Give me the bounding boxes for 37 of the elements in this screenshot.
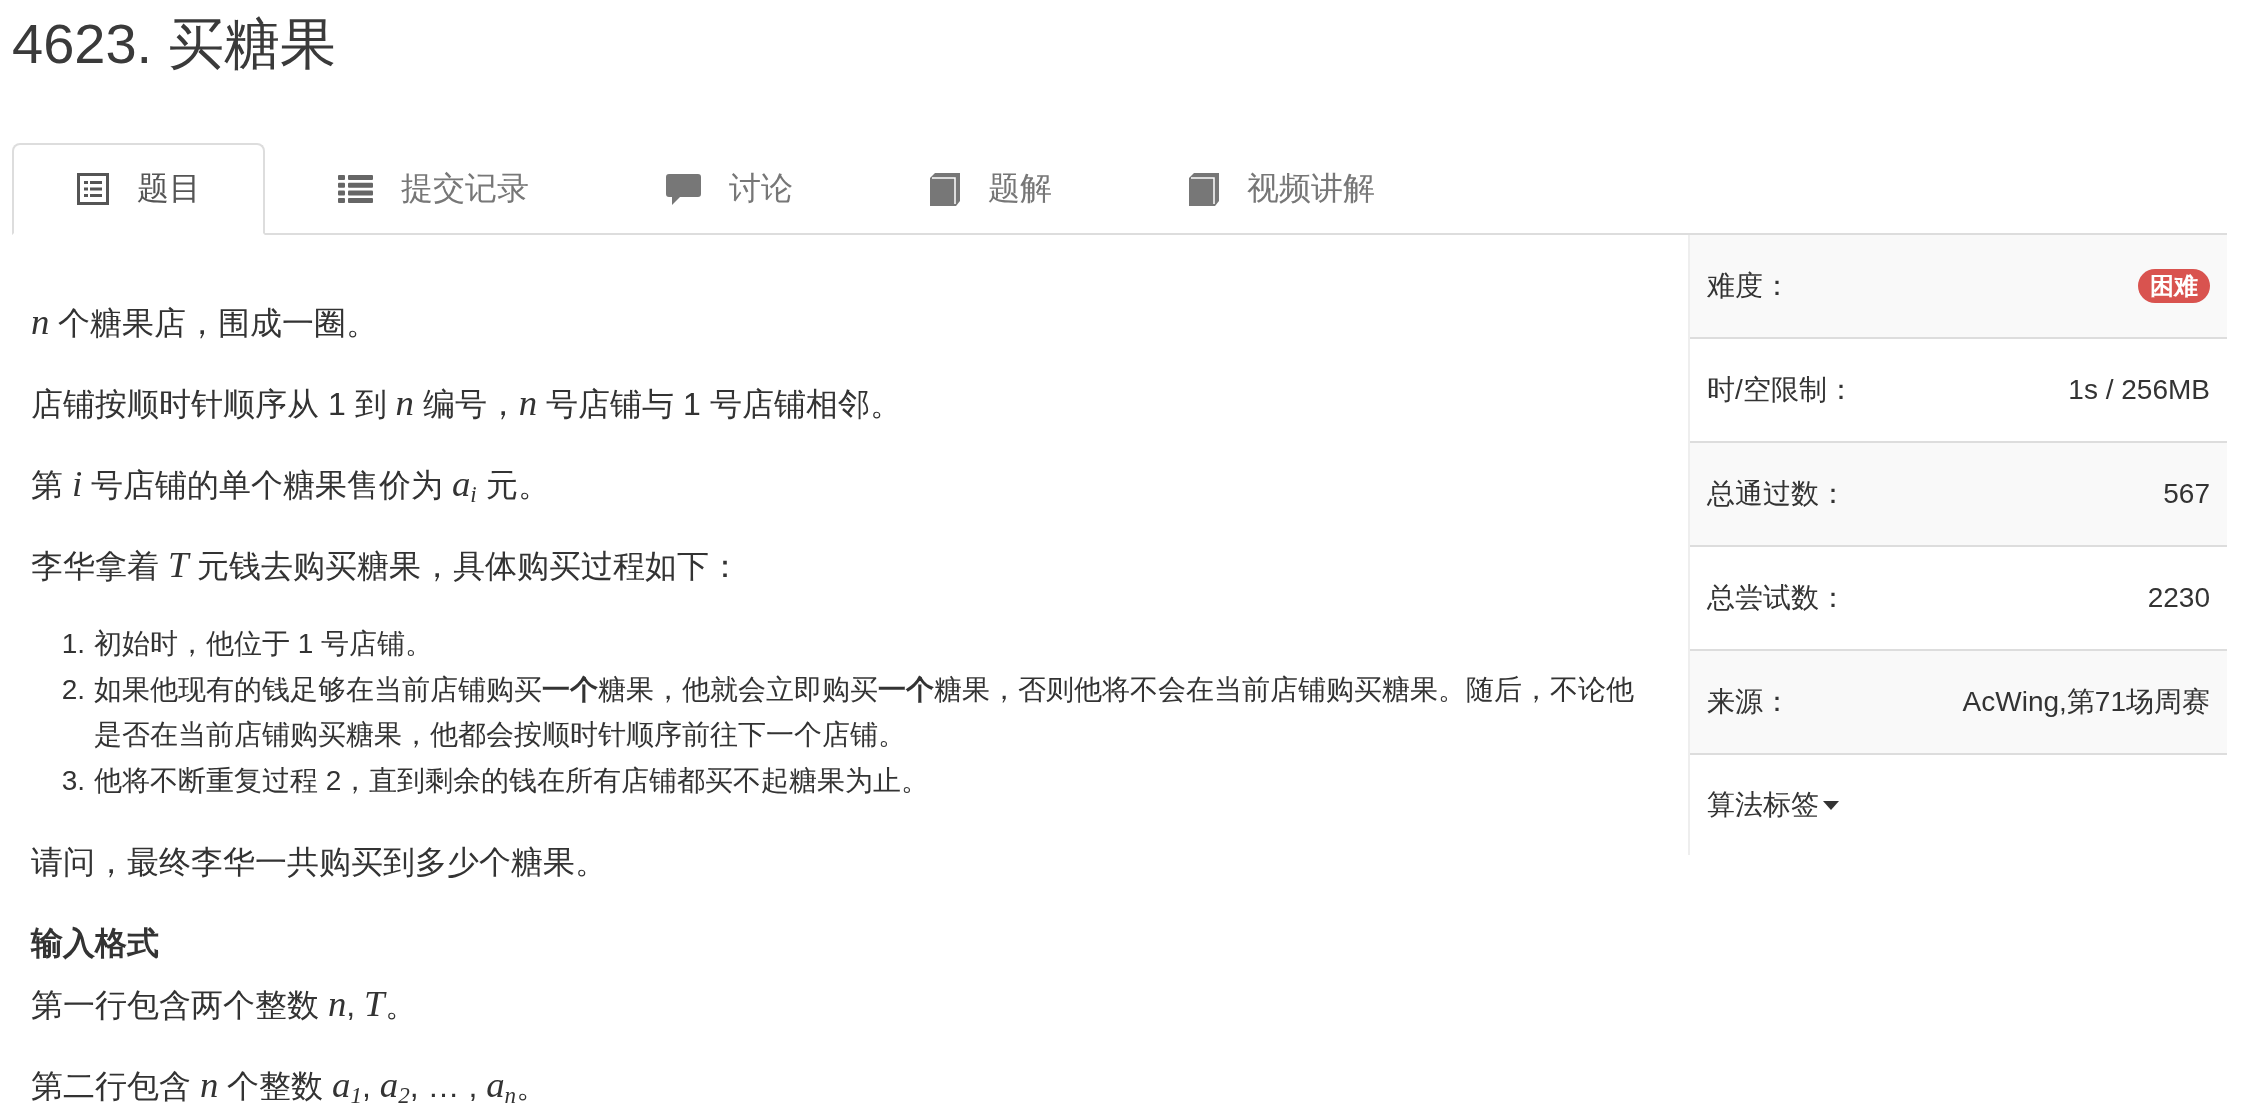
problem-paragraph: 请问，最终李华一共购买到多少个糖果。 — [31, 843, 608, 882]
tab[interactable]: 题解 — [865, 143, 1116, 235]
info-value: AcWing,第71场周赛 — [1962, 685, 2210, 719]
info-label: 总尝试数： — [1707, 581, 1847, 615]
problem-paragraph: n 个糖果店，围成一圈。 — [31, 301, 380, 344]
document-list-icon — [77, 173, 109, 205]
problem-paragraph: 店铺按顺时针顺序从 1 到 n 编号，n 号店铺与 1 号店铺相邻。 — [31, 382, 903, 425]
list-item-text: 初始时，他位于 1 号店铺。 — [94, 627, 435, 661]
problem-paragraph: 第一行包含两个整数 n, T。 — [31, 983, 418, 1026]
speech-bubble-icon — [666, 173, 701, 205]
info-label: 来源： — [1707, 685, 1791, 719]
list-icon — [338, 175, 373, 203]
info-value: 1s / 256MB — [2068, 374, 2210, 406]
tab[interactable]: 视频讲解 — [1124, 143, 1439, 235]
info-value: 2230 — [2147, 582, 2210, 614]
info-label: 总通过数： — [1707, 477, 1847, 511]
problem-title: 4623. 买糖果 — [12, 11, 336, 77]
tags-dropdown-button[interactable]: 算法标签 — [1707, 786, 1839, 824]
tab[interactable]: 题目 — [12, 143, 265, 235]
info-label: 难度： — [1707, 269, 1791, 303]
caret-icon — [1823, 800, 1839, 810]
book-icon — [930, 172, 960, 206]
list-item-text: 如果他现有的钱足够在当前店铺购买一个糖果，他就会立即购买一个糖果，否则他将不会在当前店铺购买糖果。随后，不论他是否在当前店铺购买糖果，他都会按顺时针顺序前往下一个店铺。 — [94, 673, 1635, 752]
list-number: 2. — [60, 673, 85, 707]
list-number: 3. — [60, 764, 85, 798]
problem-paragraph: 第 i 号店铺的单个糖果售价为 a$_{i}$ 元。 — [31, 463, 551, 507]
info-value: 567 — [2163, 478, 2210, 510]
list-number: 1. — [60, 627, 85, 661]
problem-paragraph: 第二行包含 n 个整数 a$_{1}$, a$_{2}$, … , a$_{n}$。 — [31, 1064, 550, 1108]
info-label: 时/空限制： — [1707, 373, 1855, 407]
section-heading: 输入格式 — [31, 924, 160, 963]
problem-paragraph: 李华拿着 T 元钱去购买糖果，具体购买过程如下： — [31, 544, 743, 587]
difficulty-badge: 困难 — [2138, 269, 2210, 303]
book-icon — [1189, 172, 1219, 206]
list-item-text: 他将不断重复过程 2，直到剩余的钱在所有店铺都买不起糖果为止。 — [94, 764, 931, 798]
tab[interactable]: 讨论 — [601, 143, 857, 235]
tab[interactable]: 提交记录 — [273, 143, 593, 235]
